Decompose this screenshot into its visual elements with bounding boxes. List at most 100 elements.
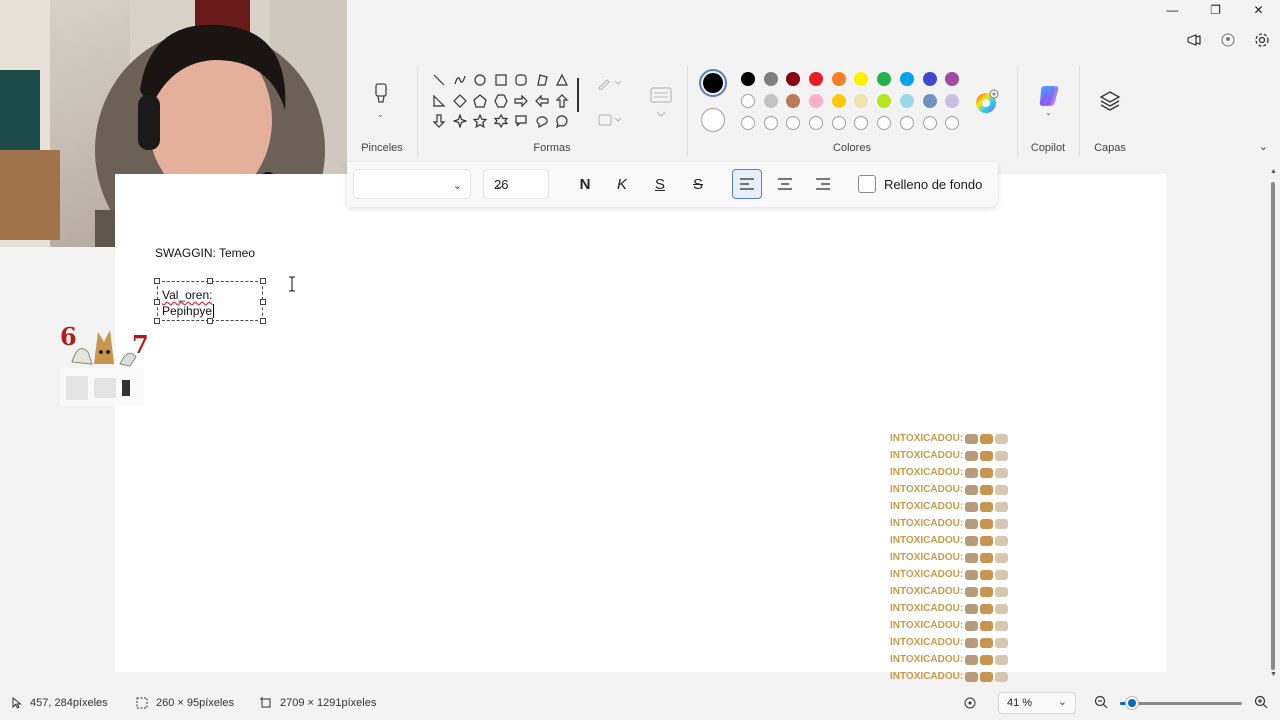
- resize-handle[interactable]: [154, 278, 160, 284]
- align-left-button[interactable]: [732, 169, 762, 199]
- color-swatch[interactable]: [922, 72, 937, 86]
- color-swatch[interactable]: [763, 72, 778, 86]
- brush-chevron-icon[interactable]: ⌄: [377, 110, 384, 119]
- up-arrow-shape-icon[interactable]: [552, 91, 573, 112]
- custom-color-slot[interactable]: [831, 116, 846, 130]
- selected-color-swatch[interactable]: [699, 69, 727, 97]
- account-icon[interactable]: [1218, 30, 1238, 50]
- strikethrough-button[interactable]: S: [683, 169, 713, 199]
- layers-icon[interactable]: [1099, 90, 1121, 115]
- color-swatch[interactable]: [786, 94, 801, 108]
- edit-colors-icon[interactable]: [974, 89, 1000, 118]
- custom-color-slot[interactable]: [854, 116, 869, 130]
- fit-to-window-icon[interactable]: [963, 696, 977, 713]
- megaphone-icon[interactable]: [1184, 30, 1204, 50]
- color-swatch[interactable]: [831, 94, 846, 108]
- outline-pencil-icon[interactable]: [597, 76, 623, 93]
- color-swatch[interactable]: [809, 94, 824, 108]
- resize-handle[interactable]: [260, 278, 266, 284]
- curve-shape-icon[interactable]: [450, 70, 471, 91]
- six-point-star-shape-icon[interactable]: [491, 111, 512, 132]
- text-box-selection[interactable]: Val_oren: Pepihpye: [154, 278, 266, 324]
- italic-button[interactable]: K: [607, 169, 637, 199]
- color-swatch[interactable]: [922, 94, 937, 108]
- custom-color-slot[interactable]: [809, 116, 824, 130]
- resize-handle[interactable]: [207, 278, 213, 284]
- color-swatch[interactable]: [741, 94, 755, 108]
- bold-button[interactable]: N: [570, 169, 600, 199]
- rect-callout-shape-icon[interactable]: [511, 111, 532, 132]
- color-swatch[interactable]: [809, 72, 824, 86]
- zoom-slider[interactable]: [1120, 697, 1242, 709]
- vertical-scrollbar[interactable]: ▲ ▼: [1270, 168, 1277, 678]
- oval-shape-icon[interactable]: [470, 70, 491, 91]
- secondary-color-swatch[interactable]: [701, 108, 725, 132]
- underline-button[interactable]: S: [645, 169, 675, 199]
- diamond-shape-icon[interactable]: [450, 91, 471, 112]
- custom-color-slot[interactable]: [922, 116, 937, 130]
- color-swatch[interactable]: [763, 94, 778, 108]
- scroll-down-icon[interactable]: ▼: [1270, 671, 1277, 678]
- background-fill-toggle[interactable]: Relleno de fondo: [858, 175, 982, 193]
- close-button[interactable]: ✕: [1237, 0, 1280, 20]
- settings-gear-icon[interactable]: [1252, 30, 1272, 50]
- font-size-dropdown[interactable]: 26 ⌄: [483, 169, 549, 199]
- custom-color-slot[interactable]: [741, 116, 755, 130]
- left-arrow-shape-icon[interactable]: [532, 91, 553, 112]
- fill-bucket-icon[interactable]: [597, 112, 623, 131]
- rounded-rectangle-shape-icon[interactable]: [511, 70, 532, 91]
- five-point-star-shape-icon[interactable]: [470, 111, 491, 132]
- zoom-slider-handle[interactable]: [1126, 697, 1139, 709]
- color-swatch[interactable]: [854, 94, 869, 108]
- background-fill-checkbox[interactable]: [858, 175, 876, 193]
- shape-style-icon[interactable]: [649, 86, 673, 125]
- line-shape-icon[interactable]: [429, 70, 450, 91]
- down-arrow-shape-icon[interactable]: [429, 111, 450, 132]
- four-point-star-shape-icon[interactable]: [450, 111, 471, 132]
- resize-handle[interactable]: [154, 318, 160, 324]
- right-arrow-shape-icon[interactable]: [511, 91, 532, 112]
- color-swatch[interactable]: [786, 72, 801, 86]
- resize-handle[interactable]: [260, 299, 266, 305]
- custom-color-slot[interactable]: [899, 116, 914, 130]
- triangle-shape-icon[interactable]: [552, 70, 573, 91]
- font-family-dropdown[interactable]: ⌄: [353, 169, 471, 199]
- align-right-button[interactable]: [808, 169, 838, 199]
- scroll-up-icon[interactable]: ▲: [1270, 168, 1277, 175]
- shapes-scrollbar[interactable]: [577, 78, 579, 112]
- color-swatch[interactable]: [945, 94, 960, 108]
- align-center-button[interactable]: [770, 169, 800, 199]
- color-swatch[interactable]: [899, 72, 914, 86]
- hexagon-shape-icon[interactable]: [491, 91, 512, 112]
- resize-handle[interactable]: [207, 318, 213, 324]
- ribbon-collapse-chevron-icon[interactable]: ⌄: [1259, 140, 1268, 153]
- custom-color-slot[interactable]: [763, 116, 778, 130]
- custom-color-slot[interactable]: [786, 116, 801, 130]
- maximize-button[interactable]: ❐: [1194, 0, 1237, 20]
- zoom-out-icon[interactable]: [1094, 695, 1108, 712]
- scrollbar-thumb[interactable]: [1271, 182, 1275, 670]
- copilot-icon[interactable]: [1037, 84, 1061, 111]
- color-swatch[interactable]: [877, 72, 892, 86]
- minimize-button[interactable]: —: [1151, 0, 1194, 20]
- oval-callout-shape-icon[interactable]: [532, 111, 553, 132]
- color-swatch[interactable]: [945, 72, 960, 86]
- custom-color-slot[interactable]: [877, 116, 892, 130]
- color-swatch[interactable]: [831, 72, 846, 86]
- color-swatch[interactable]: [854, 72, 869, 86]
- polygon-shape-icon[interactable]: [532, 70, 553, 91]
- color-swatch[interactable]: [741, 72, 755, 86]
- zoom-in-icon[interactable]: [1254, 695, 1268, 712]
- drawing-canvas[interactable]: [115, 174, 1166, 672]
- round-callout-shape-icon[interactable]: [552, 111, 573, 132]
- zoom-level-dropdown[interactable]: 41 % ⌄: [998, 692, 1076, 714]
- color-swatch[interactable]: [877, 94, 892, 108]
- resize-handle[interactable]: [154, 299, 160, 305]
- pentagon-shape-icon[interactable]: [470, 91, 491, 112]
- color-swatch[interactable]: [899, 94, 914, 108]
- rectangle-shape-icon[interactable]: [491, 70, 512, 91]
- right-triangle-shape-icon[interactable]: [429, 91, 450, 112]
- resize-handle[interactable]: [260, 318, 266, 324]
- brush-icon[interactable]: [373, 82, 389, 109]
- copilot-chevron-icon[interactable]: ⌄: [1045, 108, 1052, 117]
